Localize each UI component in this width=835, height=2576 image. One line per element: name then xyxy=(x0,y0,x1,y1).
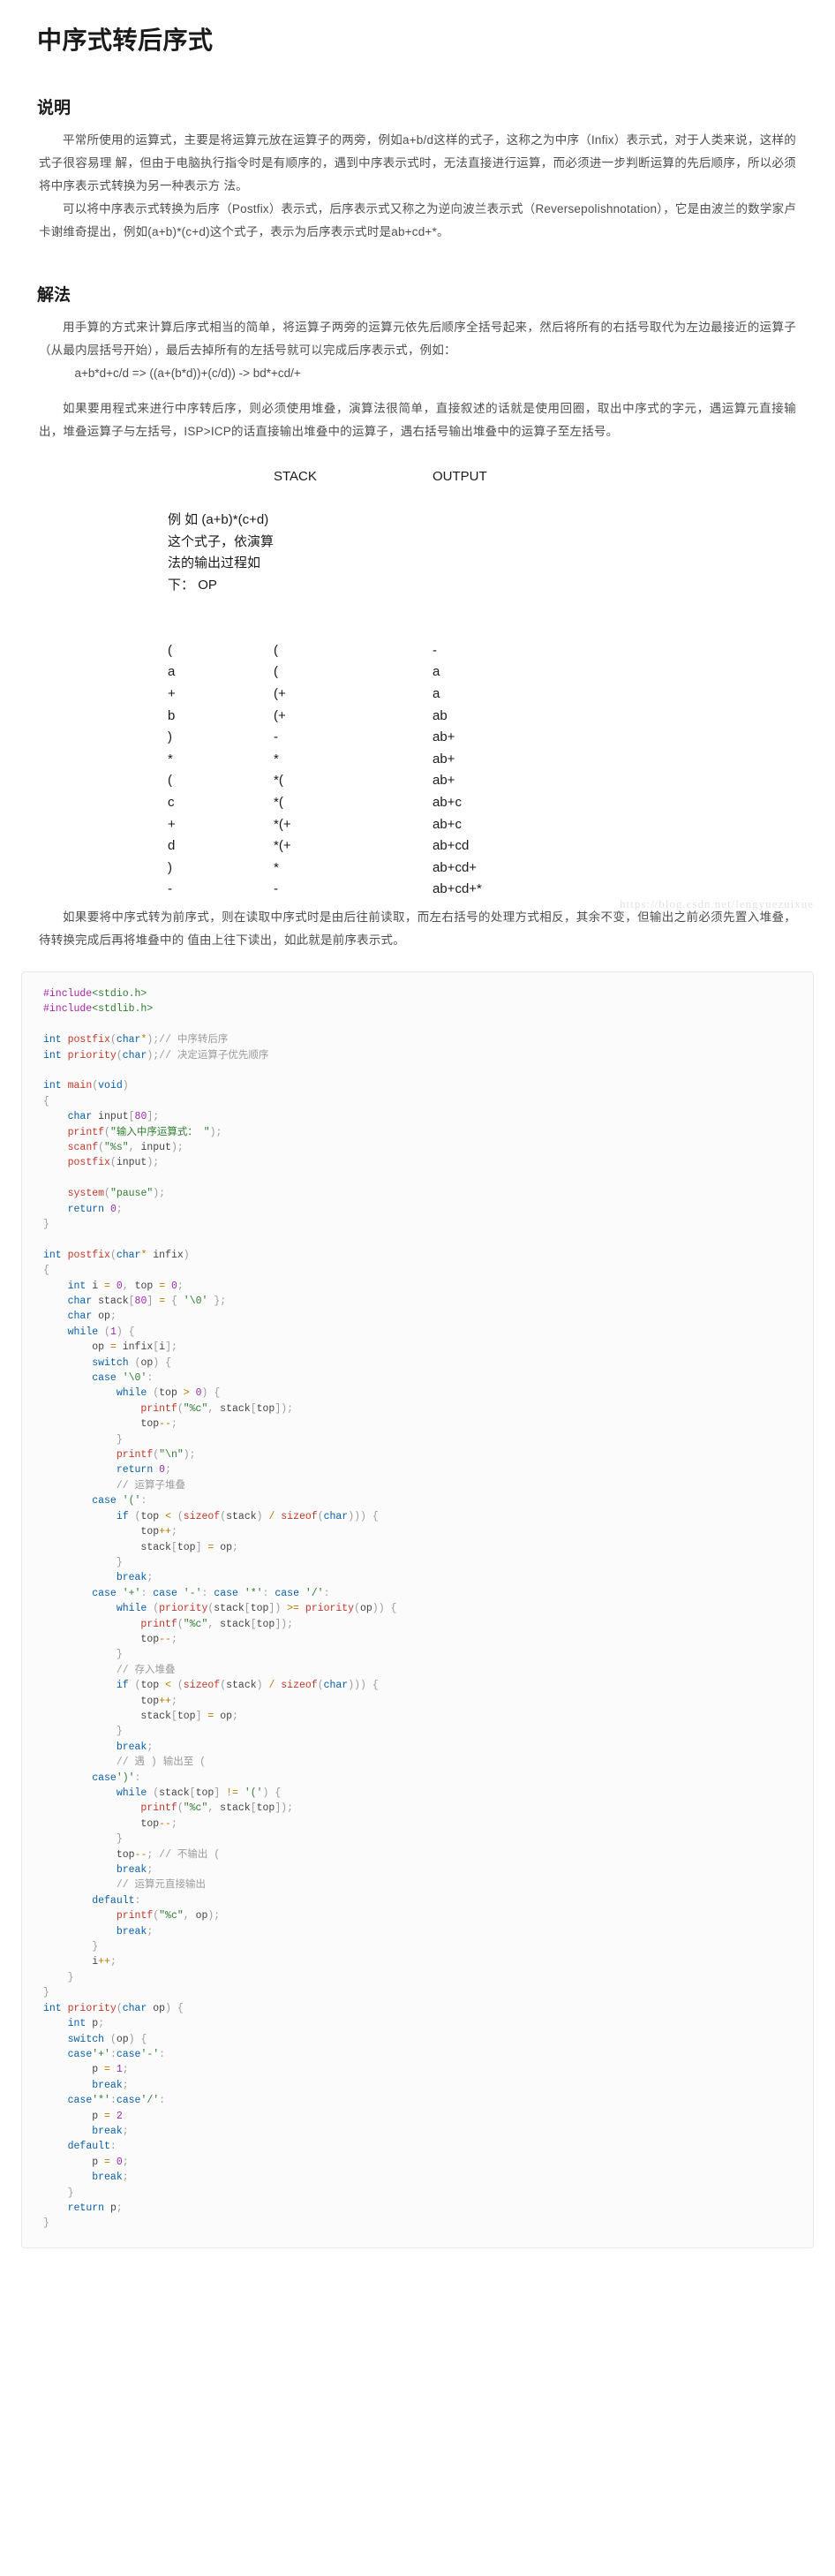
table-row: c *( ab+c xyxy=(168,792,627,814)
table-row: d *(+ ab+cd xyxy=(168,835,627,857)
trace-cell-stack: ( xyxy=(274,642,278,658)
trace-cell-stack: ( xyxy=(274,664,278,680)
trace-cell-op: ) xyxy=(168,729,172,745)
trace-table-body: 例 如 (a+b)*(c+d) 这个式子，依演算法的输出过程如下： OP STA… xyxy=(168,466,627,640)
trace-cell-output: a xyxy=(433,664,440,680)
trace-cell-stack: *( xyxy=(274,773,283,789)
trace-cell-stack: *(+ xyxy=(274,816,291,832)
trace-cell-stack: - xyxy=(274,729,278,745)
trace-cell-op: d xyxy=(168,838,176,854)
table-row: + (+ a xyxy=(168,684,627,706)
table-row: - - ab+cd+* xyxy=(168,879,627,901)
trace-cell-output: ab+cd+ xyxy=(433,859,478,875)
trace-cell-output: ab+ xyxy=(433,751,455,767)
trace-intro-rest: 这个式子，依演算法的输出过程如下： xyxy=(168,533,275,593)
trace-cell-output: ab+ xyxy=(433,729,455,745)
trace-cell-stack: *(+ xyxy=(274,838,291,854)
trace-cell-stack: - xyxy=(274,881,278,897)
section-heading-solution: 解法 xyxy=(37,286,71,305)
trace-cell-stack: * xyxy=(274,751,279,767)
trace-intro-cell: 例 如 (a+b)*(c+d) 这个式子，依演算法的输出过程如下： OP xyxy=(168,466,274,640)
trace-cell-output: ab+ xyxy=(433,773,455,789)
trace-intro-text: 例 如 (a+b)*(c+d) 这个式子，依演算法的输出过程如下： OP xyxy=(168,510,274,596)
solution-paragraph-3: 如果要将中序式转为前序式，则在读取中序式时是由后往前读取，而左右括号的处理方式相… xyxy=(39,910,796,947)
trace-cell-op: b xyxy=(168,707,176,723)
table-row: * * ab+ xyxy=(168,749,627,771)
column-header-stack: STACK xyxy=(274,469,317,484)
column-header-output: OUTPUT xyxy=(433,469,487,484)
trace-rows-body: ((- a(a + (+ a b (+ ab) - ab+ * * ab+(*(ab+ c *(ab+c + *… xyxy=(168,640,627,901)
trace-cell-op: c xyxy=(168,794,175,810)
trace-cell-output: ab+c xyxy=(433,794,462,810)
table-row: a ( a xyxy=(168,661,627,684)
page-title: 中序式转后序式 xyxy=(37,26,214,54)
article-page: 中序式转后序式 说明 平常所使用的运算式，主要是将运算元放在运算子的两旁，例如a… xyxy=(0,25,835,2284)
table-row: ) - ab+ xyxy=(168,727,627,749)
trace-cell-stack: * xyxy=(274,859,279,875)
table-row: b (+ ab xyxy=(168,706,627,728)
trace-cell-stack: (+ xyxy=(274,707,286,723)
trace-cell-op: + xyxy=(168,816,176,832)
trace-cell-output: ab+cd xyxy=(433,838,470,854)
explain-paragraph-1: 平常所使用的运算式，主要是将运算元放在运算子的两旁，例如a+b/d这样的式子，这… xyxy=(39,133,796,193)
table-row: ( ( - xyxy=(168,640,627,662)
trace-cell-stack: *( xyxy=(274,794,283,810)
trace-cell-op: ( xyxy=(168,773,172,789)
column-header-stack-cell: STACK xyxy=(274,466,433,640)
trace-cell-stack: (+ xyxy=(274,685,286,701)
trace-cell-output: a xyxy=(433,685,440,701)
solution-paragraph-1: 用手算的方式来计算后序式相当的简单，将运算子两旁的运算元依先后顺序全括号起来，然… xyxy=(39,321,796,357)
trace-cell-op: ) xyxy=(168,859,172,875)
trace-cell-output: ab+c xyxy=(433,816,462,832)
trace-cell-output: ab xyxy=(433,707,448,723)
code-content: #include<stdio.h> #include<stdlib.h> int… xyxy=(43,987,397,2230)
trace-cell-op: * xyxy=(168,751,173,767)
trace-cell-output: - xyxy=(433,642,437,658)
trace-cell-op: - xyxy=(168,881,172,897)
section-heading-explain: 说明 xyxy=(37,99,71,117)
table-row: + *(+ ab+c xyxy=(168,814,627,836)
explain-paragraph-2: 可以将中序表示式转换为后序（Postfix）表示式，后序表示式又称之为逆向波兰表… xyxy=(39,202,796,238)
table-row: ) * ab+cd+ xyxy=(168,857,627,880)
solution-paragraph-2: 如果要用程式来进行中序转后序，则必须使用堆叠，演算法很简单，直接叙述的话就是使用… xyxy=(39,402,796,438)
trace-rows-table: ((- a(a + (+ a b (+ ab) - ab+ * * ab+(*(ab+ c *(ab+c + *… xyxy=(168,640,627,901)
solution-example-expression: a+b*d+c/d => ((a+(b*d))+(c/d)) -> bd*+cd… xyxy=(74,366,301,380)
watermark-text: https://blog.csdn.net/lengyuezuixue xyxy=(620,896,814,910)
trace-cell-op: + xyxy=(168,685,176,701)
trace-table-block: 例 如 (a+b)*(c+d) 这个式子，依演算法的输出过程如下： OP STA… xyxy=(0,466,835,910)
table-row: ( *( ab+ xyxy=(168,770,627,792)
trace-cell-output: ab+cd+* xyxy=(433,881,482,897)
trace-cell-op: ( xyxy=(168,642,172,658)
trace-table-header-row: 例 如 (a+b)*(c+d) 这个式子，依演算法的输出过程如下： OP STA… xyxy=(168,466,627,640)
trace-cell-op: a xyxy=(168,664,176,680)
code-block[interactable]: #include<stdio.h> #include<stdlib.h> int… xyxy=(21,971,814,2248)
column-header-op: OP xyxy=(198,577,217,593)
column-header-output-cell: OUTPUT xyxy=(433,466,627,640)
trace-intro-expression: 例 如 (a+b)*(c+d) xyxy=(168,512,269,528)
trace-table: 例 如 (a+b)*(c+d) 这个式子，依演算法的输出过程如下： OP STA… xyxy=(168,466,627,640)
